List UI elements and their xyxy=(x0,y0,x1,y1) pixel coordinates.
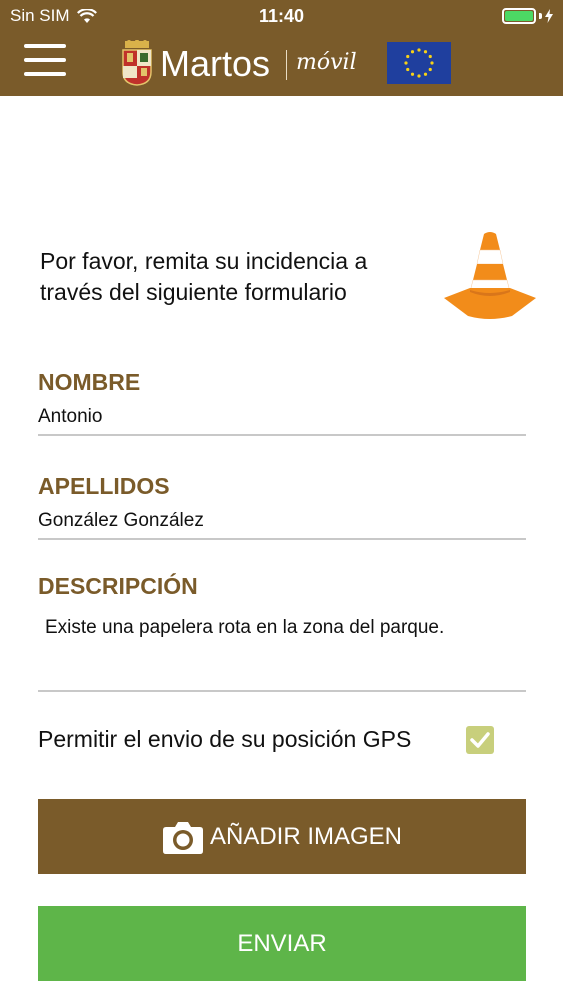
app-header-background: Sin SIM 11:40 Martos móvil xyxy=(0,0,563,96)
apellidos-label: APELLIDOS xyxy=(38,473,170,499)
nombre-label: NOMBRE xyxy=(38,369,141,395)
menu-icon-bar xyxy=(24,44,66,48)
app-header: Martos móvil xyxy=(0,32,563,96)
eu-star-icon xyxy=(423,72,428,76)
menu-icon-bar xyxy=(24,72,66,76)
eu-star-icon xyxy=(423,50,428,54)
eu-star-icon xyxy=(417,74,421,78)
martos-crest-icon xyxy=(122,40,152,86)
eu-star-icon xyxy=(410,50,415,54)
descripcion-label: DESCRIPCIÓN xyxy=(38,573,198,599)
add-image-button[interactable]: AÑADIR IMAGEN xyxy=(38,799,526,874)
status-bar: Sin SIM 11:40 xyxy=(0,0,563,32)
send-label: ENVIAR xyxy=(237,929,327,957)
eu-star-icon xyxy=(428,54,432,59)
eu-star-icon xyxy=(430,61,434,65)
eu-star-icon xyxy=(410,72,415,76)
eu-star-icon xyxy=(404,61,408,65)
eu-star-icon xyxy=(428,67,432,72)
eu-flag-icon xyxy=(387,42,451,84)
eu-star-icon xyxy=(406,54,410,59)
menu-icon-bar xyxy=(24,58,66,62)
checkmark-icon xyxy=(470,732,490,748)
gps-permission-label: Permitir el envio de su posición GPS xyxy=(38,726,412,752)
nombre-underline xyxy=(38,434,526,436)
descripcion-underline xyxy=(38,690,526,692)
intro-text: Por favor, remita su incidencia a través… xyxy=(40,248,368,305)
eu-star-icon xyxy=(406,67,410,72)
app-brand-subtitle: móvil xyxy=(296,50,357,75)
nombre-field[interactable]: Antonio xyxy=(38,406,102,428)
traffic-cone-icon xyxy=(444,232,536,319)
status-time: 11:40 xyxy=(258,6,305,26)
add-image-label: AÑADIR IMAGEN xyxy=(209,822,403,850)
charging-bolt-icon xyxy=(545,9,553,23)
camera-icon xyxy=(162,821,203,854)
brand-divider xyxy=(286,50,287,80)
battery-icon xyxy=(502,8,553,24)
send-button[interactable]: ENVIAR xyxy=(38,906,526,981)
apellidos-field[interactable]: González González xyxy=(38,510,204,532)
descripcion-field[interactable]: Existe una papelera rota en la zona del … xyxy=(45,617,515,639)
apellidos-underline xyxy=(38,538,526,540)
hamburger-menu-button[interactable] xyxy=(24,44,68,80)
eu-star-icon xyxy=(417,48,421,52)
app-brand-title: Martos xyxy=(160,43,271,84)
gps-permission-checkbox[interactable] xyxy=(466,726,494,754)
